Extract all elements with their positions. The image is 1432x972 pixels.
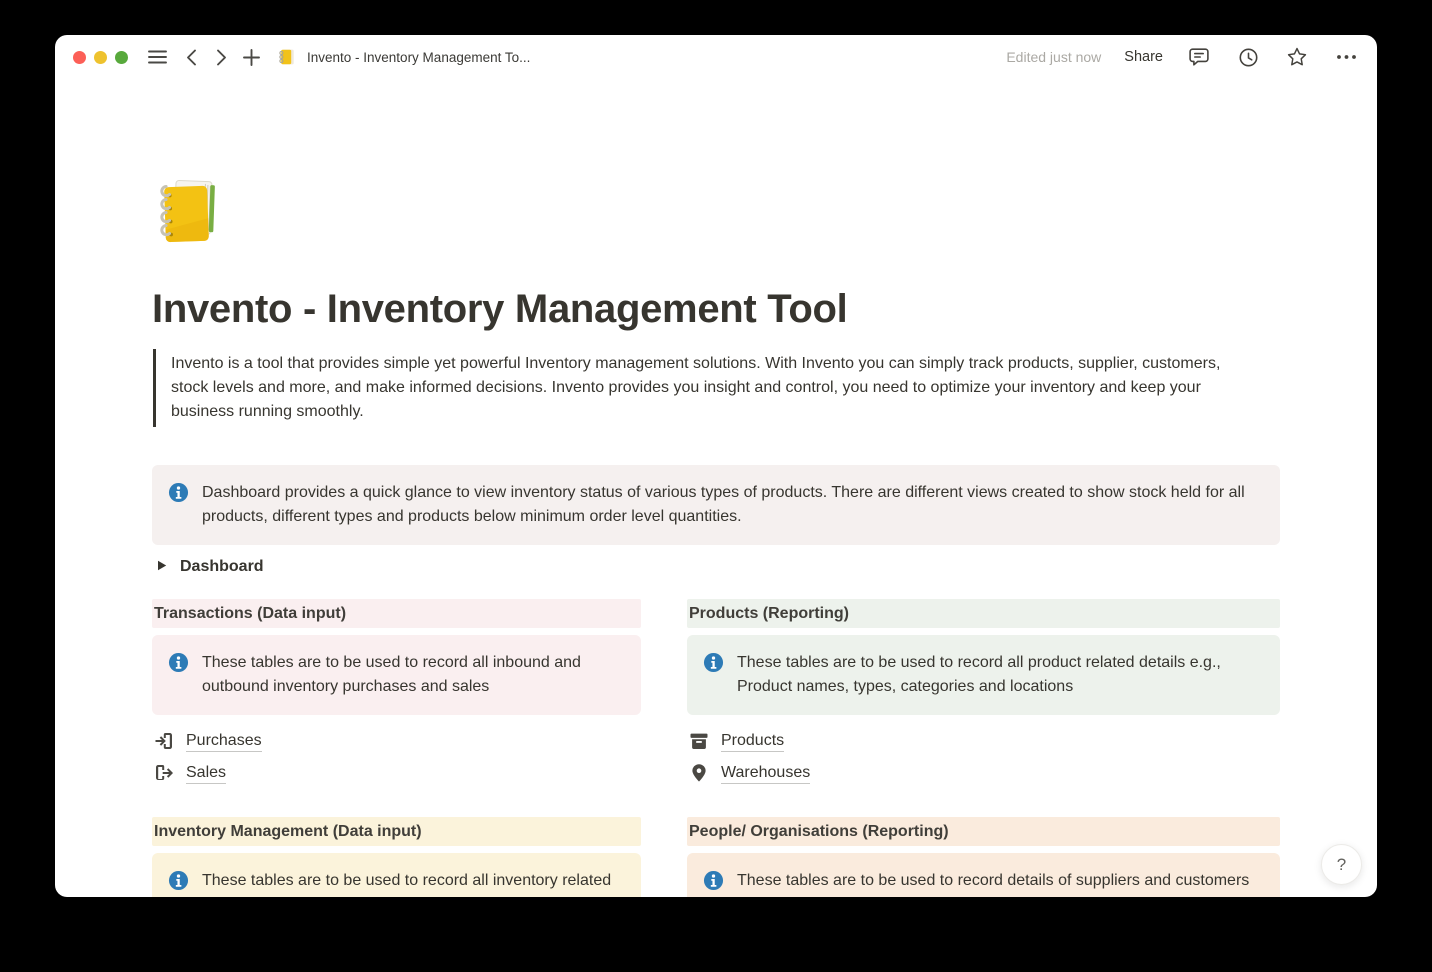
zoom-window-button[interactable] xyxy=(115,51,128,64)
edited-status: Edited just now xyxy=(1006,49,1101,65)
location-pin-icon xyxy=(689,763,709,783)
minimize-window-button[interactable] xyxy=(94,51,107,64)
sales-link-label[interactable]: Sales xyxy=(186,763,226,784)
traffic-lights xyxy=(73,51,128,64)
updates-clock-icon[interactable] xyxy=(1235,42,1261,72)
page-link-products[interactable]: Products xyxy=(687,725,1280,757)
products-callout[interactable]: These tables are to be used to record al… xyxy=(687,635,1280,715)
toggle-triangle-icon[interactable] xyxy=(157,558,167,576)
page-link-warehouses[interactable]: Warehouses xyxy=(687,757,1280,789)
favorite-star-icon[interactable] xyxy=(1284,42,1310,72)
archive-box-icon xyxy=(689,731,709,751)
help-button[interactable]: ? xyxy=(1321,844,1362,885)
section-header-people-organisations[interactable]: People/ Organisations (Reporting) xyxy=(687,817,1280,846)
people-organisations-callout[interactable]: These tables are to be used to record de… xyxy=(687,853,1280,897)
title-bar: Invento - Inventory Management To... Edi… xyxy=(55,35,1377,79)
section-people-organisations: People/ Organisations (Reporting) These … xyxy=(687,817,1280,897)
intro-quote-block[interactable]: Invento is a tool that provides simple y… xyxy=(153,349,1258,427)
new-tab-icon[interactable] xyxy=(238,42,264,72)
section-inventory-management: Inventory Management (Data input) These … xyxy=(152,817,641,897)
page-tab-notebook-icon xyxy=(274,42,300,72)
back-icon[interactable] xyxy=(178,42,204,72)
info-icon xyxy=(168,652,189,699)
info-icon xyxy=(168,870,189,897)
exit-door-icon xyxy=(154,763,174,783)
close-window-button[interactable] xyxy=(73,51,86,64)
forward-icon[interactable] xyxy=(208,42,234,72)
products-link-label[interactable]: Products xyxy=(721,731,784,752)
page-link-purchases[interactable]: Purchases xyxy=(152,725,641,757)
transactions-callout[interactable]: These tables are to be used to record al… xyxy=(152,635,641,715)
comments-icon[interactable] xyxy=(1186,42,1212,72)
warehouses-link-label[interactable]: Warehouses xyxy=(721,763,810,784)
section-header-inventory-management[interactable]: Inventory Management (Data input) xyxy=(152,817,641,846)
sidebar-menu-icon[interactable] xyxy=(144,42,170,72)
app-window: Invento - Inventory Management To... Edi… xyxy=(55,35,1377,897)
page-link-sales[interactable]: Sales xyxy=(152,757,641,789)
tab-title[interactable]: Invento - Inventory Management To... xyxy=(307,50,530,65)
share-button[interactable]: Share xyxy=(1124,49,1163,65)
page-title[interactable]: Invento - Inventory Management Tool xyxy=(152,283,1280,335)
dashboard-toggle-label: Dashboard xyxy=(180,558,264,576)
section-products: Products (Reporting) These tables are to… xyxy=(687,599,1280,789)
info-icon xyxy=(703,870,724,897)
section-transactions: Transactions (Data input) These tables a… xyxy=(152,599,641,789)
dashboard-info-text: Dashboard provides a quick glance to vie… xyxy=(202,481,1264,529)
section-header-products[interactable]: Products (Reporting) xyxy=(687,599,1280,628)
enter-door-icon xyxy=(154,731,174,751)
page-notebook-emoji-icon[interactable] xyxy=(152,175,228,251)
more-options-icon[interactable] xyxy=(1333,42,1359,72)
inventory-management-callout[interactable]: These tables are to be used to record al… xyxy=(152,853,641,897)
info-icon xyxy=(168,482,189,529)
section-header-transactions[interactable]: Transactions (Data input) xyxy=(152,599,641,628)
purchases-link-label[interactable]: Purchases xyxy=(186,731,262,752)
dashboard-toggle[interactable]: Dashboard xyxy=(152,553,1280,581)
info-icon xyxy=(703,652,724,699)
dashboard-info-callout[interactable]: Dashboard provides a quick glance to vie… xyxy=(152,465,1280,545)
